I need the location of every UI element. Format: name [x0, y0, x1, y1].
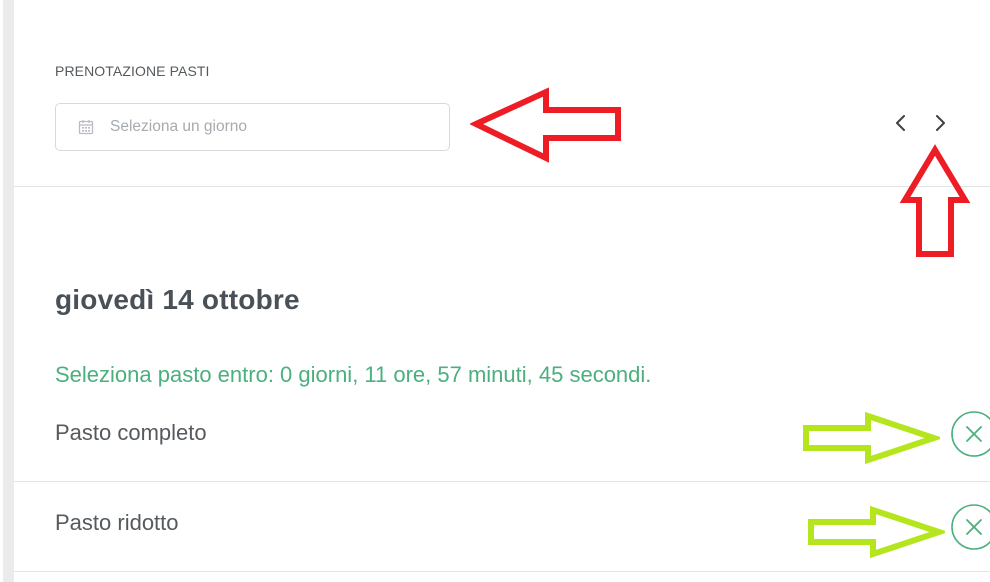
countdown-text: Seleziona pasto entro: 0 giorni, 11 ore,… — [55, 362, 652, 387]
meal-label: Pasto completo — [55, 420, 207, 445]
day-heading: giovedì 14 ottobre — [55, 284, 300, 315]
chevron-left-icon — [896, 115, 905, 131]
date-input-field[interactable] — [110, 104, 440, 150]
x-circle-icon[interactable] — [950, 503, 990, 551]
red-arrow-left-annotation — [470, 87, 621, 163]
left-edge-bar — [3, 0, 14, 582]
chevron-right-icon — [936, 115, 945, 131]
date-picker[interactable] — [55, 103, 450, 151]
bottom-divider — [14, 571, 990, 572]
meal-row-reduced: Pasto ridotto — [14, 482, 990, 570]
meal-row-complete: Pasto completo — [14, 392, 990, 480]
x-circle-icon[interactable] — [950, 410, 990, 458]
section-title: PRENOTAZIONE PASTI — [55, 63, 210, 79]
red-arrow-up-annotation — [899, 144, 971, 257]
next-day-button[interactable] — [929, 111, 951, 135]
meal-booking-page: PRENOTAZIONE PASTI giovedì 14 ottobre Se… — [0, 0, 990, 582]
prev-day-button[interactable] — [890, 111, 912, 135]
meal-label: Pasto ridotto — [55, 510, 179, 535]
calendar-icon — [78, 120, 94, 135]
header-divider — [14, 186, 990, 187]
